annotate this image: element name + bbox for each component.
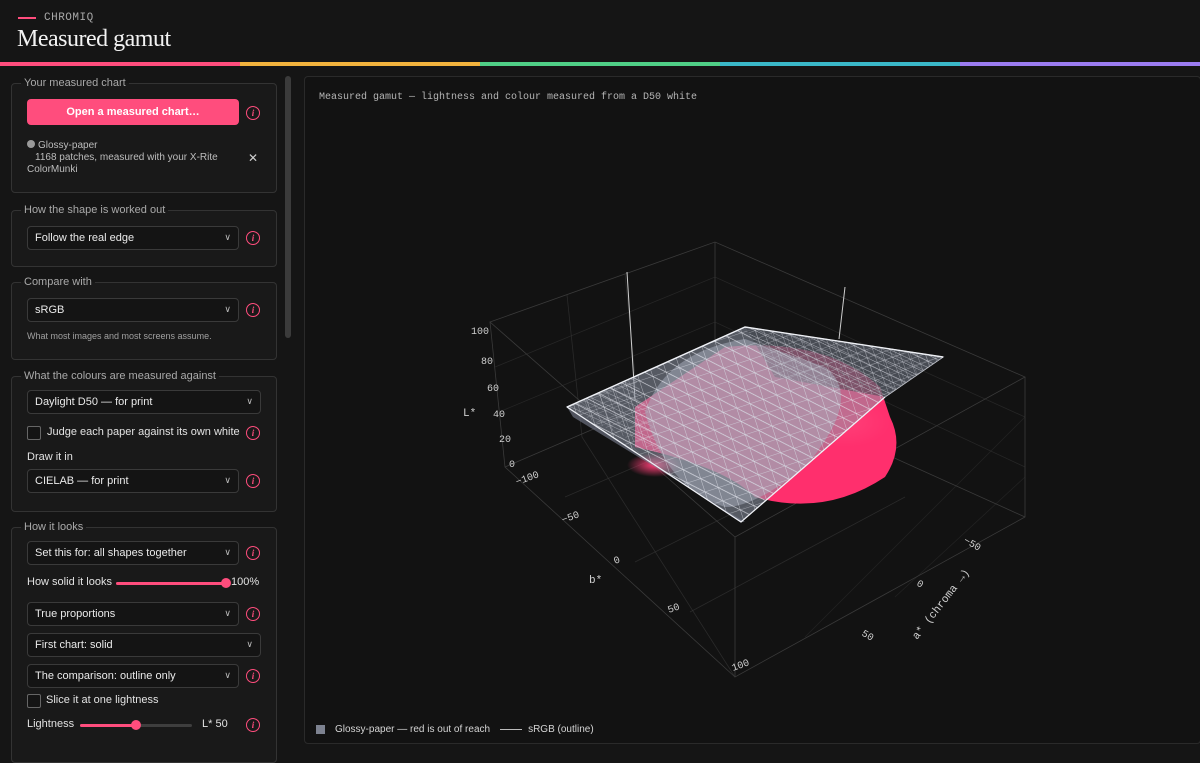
compare-select[interactable]: sRGB ∨ [27,298,239,322]
file-detail: 1168 patches, measured with your X-Rite … [27,152,218,175]
a-axis-tick: 0 [914,579,925,592]
l-axis-tick: 20 [499,435,511,446]
color-space-value: CIELAB — for print [35,475,129,487]
file-name: Glossy-paper [38,140,98,151]
plot-legend: Glossy-paper — red is out of reach sRGB … [316,724,594,735]
info-icon[interactable]: i [246,546,260,560]
chevron-down-icon: ∨ [224,547,231,557]
chart-section-legend: Your measured chart [24,77,126,89]
brand-name: CHROMIQ [44,12,94,24]
first-chart-select[interactable]: First chart: solid ∨ [27,633,261,657]
compare-value: sRGB [35,304,65,316]
illuminant-value: Daylight D50 — for print [35,396,153,408]
slice-label: Slice it at one lightness [46,694,159,706]
chevron-down-icon: ∨ [224,670,231,680]
a-axis-tick: −50 [961,536,982,555]
b-axis-tick: 0 [613,555,622,567]
solid-slider-fill [116,582,226,585]
shape-section-legend: How the shape is worked out [24,204,166,216]
legend-swatch-measured [316,725,325,734]
lightness-slider[interactable] [80,720,192,730]
solid-value: 100% [231,576,260,588]
solid-slider[interactable] [116,578,231,588]
sidebar: Your measured chart Open a measured char… [0,66,292,763]
chevron-down-icon: ∨ [224,475,231,485]
info-icon[interactable]: i [246,474,260,488]
white-section-legend: What the colours are measured against [24,370,216,382]
a-axis: −50 0 50 a* (chroma →) [859,536,982,645]
proportions-select[interactable]: True proportions ∨ [27,602,239,626]
open-chart-button[interactable]: Open a measured chart… [27,99,239,125]
set-for-value: Set this for: all shapes together [35,547,187,559]
info-icon[interactable]: i [246,426,260,440]
set-for-select[interactable]: Set this for: all shapes together ∨ [27,541,239,565]
b-axis-tick: 50 [667,602,682,616]
proportions-value: True proportions [35,608,116,620]
solid-slider-thumb[interactable] [221,578,231,588]
app-header: CHROMIQ Measured gamut [0,0,1200,62]
shape-method-value: Follow the real edge [35,232,135,244]
brand: CHROMIQ [18,12,94,24]
lightness-value: L* 50 [202,718,228,730]
brand-mark [18,17,36,19]
draw-in-label: Draw it in [27,451,73,463]
chevron-down-icon: ∨ [224,608,231,618]
judge-own-white-label: Judge each paper against its own white [47,426,240,438]
remove-file-icon[interactable]: ✕ [248,151,258,165]
looks-section-legend: How it looks [24,521,84,533]
shape-method-select[interactable]: Follow the real edge ∨ [27,226,239,250]
legend-reference: sRGB (outline) [528,724,594,735]
slice-checkbox[interactable] [27,694,41,708]
color-space-select[interactable]: CIELAB — for print ∨ [27,469,239,493]
chevron-down-icon: ∨ [224,304,231,314]
solid-label: How solid it looks [27,576,112,588]
chevron-down-icon: ∨ [224,232,231,242]
compare-section: Compare with sRGB ∨ i What most images a… [11,276,277,360]
l-axis-tick: 40 [493,410,505,421]
sidebar-scrollbar[interactable] [285,76,291,338]
compare-hint: What most images and most screens assume… [27,331,212,341]
l-axis-tick: 0 [509,460,515,471]
b-axis-label: b* [589,575,602,587]
comparison-value: The comparison: outline only [35,670,176,682]
first-chart-value: First chart: solid [35,639,113,651]
page-title: Measured gamut [17,26,171,52]
info-icon[interactable]: i [246,106,260,120]
b-axis-tick: −100 [515,470,541,489]
shape-section: How the shape is worked out Follow the r… [11,204,277,267]
compare-section-legend: Compare with [24,276,92,288]
info-icon[interactable]: i [246,718,260,732]
l-axis-tick: 100 [471,327,489,338]
chevron-down-icon: ∨ [246,396,253,406]
info-icon[interactable]: i [246,607,260,621]
info-icon[interactable]: i [246,669,260,683]
legend-measured: Glossy-paper — red is out of reach [335,724,491,735]
file-dot-icon [27,140,35,148]
judge-own-white-checkbox[interactable] [27,426,41,440]
lightness-slider-thumb[interactable] [131,720,141,730]
gamut-3d-view[interactable]: 100 80 60 40 20 0 L* −100 −50 0 50 100 b… [305,77,1200,717]
lightness-slider-fill [80,724,136,727]
looks-section: How it looks Set this for: all shapes to… [11,521,277,763]
a-axis-tick: 50 [859,629,875,645]
lightness-label: Lightness [27,718,75,730]
comparison-select[interactable]: The comparison: outline only ∨ [27,664,239,688]
illuminant-select[interactable]: Daylight D50 — for print ∨ [27,390,261,414]
b-axis-tick: 100 [731,658,752,674]
chart-section: Your measured chart Open a measured char… [11,77,277,193]
loaded-file: Glossy-paper 1168 patches, measured with… [27,140,237,176]
white-section: What the colours are measured against Da… [11,370,277,512]
l-axis-tick: 60 [487,384,499,395]
info-icon[interactable]: i [246,303,260,317]
l-axis-tick: 80 [481,357,493,368]
chevron-down-icon: ∨ [246,639,253,649]
l-axis-label: L* [463,408,476,420]
gamut-plot[interactable]: Measured gamut — lightness and colour me… [304,76,1200,744]
info-icon[interactable]: i [246,231,260,245]
b-axis-tick: −50 [561,510,582,526]
legend-swatch-reference [500,729,523,730]
l-axis: 100 80 60 40 20 0 L* [463,327,515,471]
guide-line [838,286,846,340]
